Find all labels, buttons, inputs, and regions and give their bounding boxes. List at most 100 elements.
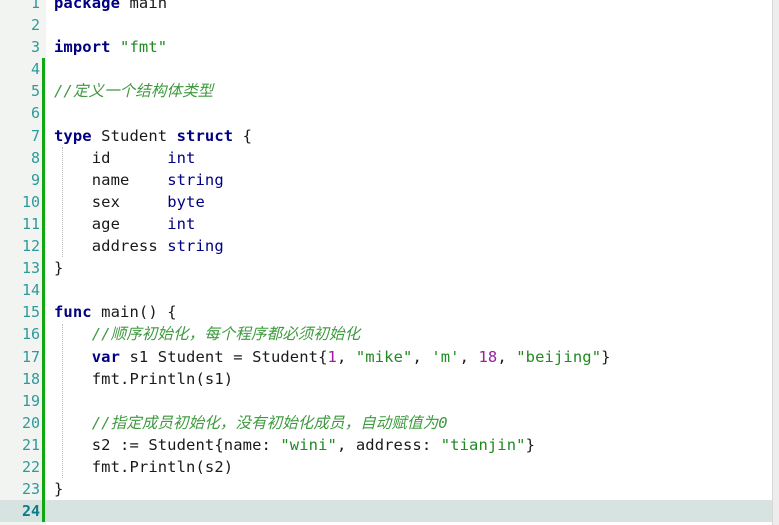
line-number[interactable]: 7	[0, 125, 46, 147]
line-number[interactable]: 24	[0, 500, 46, 523]
code-token-punct: }	[525, 435, 536, 454]
line-number[interactable]: 2	[0, 14, 46, 36]
code-line[interactable]: func main() {	[46, 301, 779, 323]
code-line[interactable]: import "fmt"	[46, 36, 779, 58]
code-line[interactable]: package main	[46, 0, 779, 14]
code-token-punct: ,	[459, 347, 479, 366]
code-line[interactable]: //顺序初始化，每个程序都必须初始化	[46, 323, 779, 345]
line-number[interactable]: 13	[0, 257, 46, 279]
code-line[interactable]: fmt.Println(s1)	[46, 368, 779, 390]
code-token-typ: string	[167, 237, 224, 256]
line-number[interactable]: 1	[0, 0, 46, 14]
code-token-plain: id	[54, 148, 168, 167]
code-line[interactable]: }	[46, 257, 779, 279]
code-line[interactable]: type Student struct {	[46, 125, 779, 147]
line-number[interactable]: 10	[0, 191, 46, 213]
code-token-str: "mike"	[355, 347, 413, 366]
vcs-change-bar[interactable]	[42, 58, 45, 523]
code-line-list[interactable]: package main import "fmt" //定义一个结构体类型 ty…	[46, 0, 779, 523]
line-number[interactable]: 5	[0, 80, 46, 102]
line-number[interactable]: 23	[0, 478, 46, 500]
code-token-str: 'm'	[431, 347, 460, 366]
code-token-plain: s2 := Student{name:	[54, 435, 281, 454]
line-number-list: 1 2 3 4 5 6 7 8 9 10 11 12 13 14 15 16 17 18 19 20 21 22 23 24	[0, 0, 46, 523]
code-token-typ: byte	[167, 192, 205, 211]
code-token-punct: ,	[497, 347, 517, 366]
code-token-punct: ,	[336, 347, 356, 366]
line-number-gutter[interactable]: 1 2 3 4 5 6 7 8 9 10 11 12 13 14 15 16 17 18 19 20 21 22 23 24	[0, 0, 46, 525]
code-content-area[interactable]: package main import "fmt" //定义一个结构体类型 ty…	[46, 0, 779, 525]
code-token-plain: name	[54, 170, 168, 189]
line-number[interactable]: 6	[0, 102, 46, 124]
code-line[interactable]	[46, 279, 779, 301]
code-line[interactable]: sex byte	[46, 191, 779, 213]
code-token-plain: fmt.Println(s1)	[54, 369, 234, 388]
code-line[interactable]: s2 := Student{name: "wini", address: "ti…	[46, 434, 779, 456]
code-token-num: 18	[478, 347, 498, 366]
code-token-str: "beijing"	[516, 347, 602, 366]
code-token-str: "fmt"	[120, 38, 168, 57]
code-line[interactable]: }	[46, 478, 779, 500]
line-number[interactable]: 16	[0, 323, 46, 345]
code-token-punct: ,	[412, 347, 432, 366]
code-line[interactable]	[46, 390, 779, 412]
code-token-str: "wini"	[280, 435, 337, 454]
code-token-plain: main	[129, 0, 168, 12]
line-number[interactable]: 18	[0, 368, 46, 390]
line-number[interactable]: 22	[0, 456, 46, 478]
code-line[interactable]: fmt.Println(s2)	[46, 456, 779, 478]
code-line[interactable]: name string	[46, 169, 779, 191]
line-number[interactable]: 9	[0, 169, 46, 191]
line-number[interactable]: 19	[0, 390, 46, 412]
line-number[interactable]: 21	[0, 434, 46, 456]
line-number[interactable]: 3	[0, 36, 46, 58]
code-token-plain: s1 Student = Student{	[120, 347, 328, 366]
code-editor[interactable]: 1 2 3 4 5 6 7 8 9 10 11 12 13 14 15 16 17 18 19 20 21 22 23 24 …	[0, 0, 779, 525]
code-token-kw: var	[91, 347, 121, 366]
code-token-kw: package	[54, 0, 121, 12]
line-number[interactable]: 20	[0, 412, 46, 434]
code-token-typ: int	[167, 214, 196, 233]
line-number[interactable]: 15	[0, 301, 46, 323]
line-number[interactable]: 12	[0, 235, 46, 257]
code-line[interactable]: id int	[46, 147, 779, 169]
code-line[interactable]	[46, 500, 779, 523]
code-token-cmt: //指定成员初始化，没有初始化成员，自动赋值为0	[91, 413, 448, 432]
line-number[interactable]: 8	[0, 147, 46, 169]
code-line[interactable]: age int	[46, 213, 779, 235]
code-token-punct: {	[233, 126, 253, 145]
code-token-plain: sex	[54, 192, 168, 211]
code-token-kw: struct	[176, 126, 234, 145]
line-number[interactable]: 4	[0, 58, 46, 80]
code-token-kw: func	[54, 303, 92, 322]
code-token-cmt: //定义一个结构体类型	[54, 82, 214, 101]
code-token-punct: }	[601, 347, 611, 366]
code-token-plain: age	[54, 214, 168, 233]
code-token-plain: fmt.Println(s2)	[54, 457, 234, 476]
code-line[interactable]	[46, 102, 779, 124]
code-line[interactable]	[46, 14, 779, 36]
code-token-plain: , address:	[336, 435, 441, 454]
line-number[interactable]: 17	[0, 346, 46, 368]
code-token-str: "tianjin"	[440, 435, 526, 454]
code-token-plain: main() {	[91, 303, 177, 322]
code-line[interactable]: //指定成员初始化，没有初始化成员，自动赋值为0	[46, 412, 779, 434]
code-token-plain: Student	[91, 126, 177, 145]
vertical-scrollbar[interactable]	[772, 0, 779, 525]
code-token-kw: import	[54, 38, 111, 57]
code-line[interactable]: var s1 Student = Student{1, "mike", 'm',…	[46, 346, 779, 368]
line-number[interactable]: 11	[0, 213, 46, 235]
code-token-punct: }	[54, 259, 64, 278]
code-token-typ: string	[167, 170, 224, 189]
code-token-num: 1	[327, 347, 337, 366]
code-line[interactable]: address string	[46, 235, 779, 257]
line-number[interactable]: 14	[0, 279, 46, 301]
code-line[interactable]: //定义一个结构体类型	[46, 80, 779, 102]
code-token-typ: int	[167, 148, 196, 167]
code-token-kw: type	[54, 126, 92, 145]
code-line[interactable]	[46, 58, 779, 80]
